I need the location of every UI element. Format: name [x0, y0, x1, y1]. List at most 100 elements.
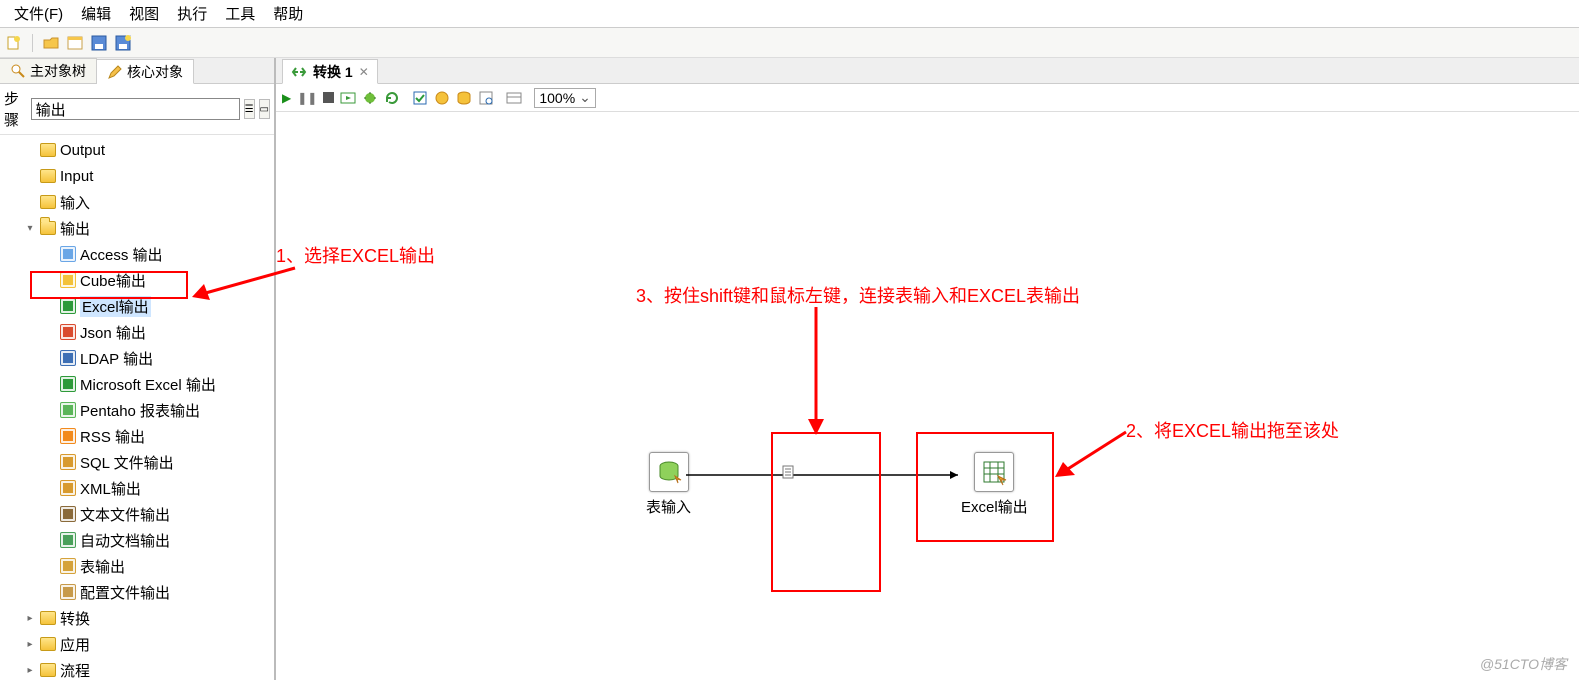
menu-help[interactable]: 帮助 [265, 2, 311, 25]
tree-item-label: Access 输出 [80, 244, 163, 265]
tree-item[interactable]: XML输出 [0, 475, 274, 501]
tree-item-label: RSS 输出 [80, 426, 145, 447]
tree-item[interactable]: ▸转换 [0, 605, 274, 631]
replay-icon[interactable] [384, 90, 400, 106]
show-results-icon[interactable] [506, 90, 522, 106]
folder-icon [40, 637, 56, 651]
tree-item[interactable]: RSS 输出 [0, 423, 274, 449]
menu-file[interactable]: 文件(F) [6, 2, 71, 25]
menu-tools[interactable]: 工具 [217, 2, 263, 25]
folder-icon [40, 143, 56, 157]
step-icon [60, 532, 76, 548]
tree-item[interactable]: ▸应用 [0, 631, 274, 657]
sql-icon[interactable] [456, 90, 472, 106]
tree-item[interactable]: SQL 文件输出 [0, 449, 274, 475]
tree-item[interactable]: ▾输出 [0, 215, 274, 241]
menu-view[interactable]: 视图 [121, 2, 167, 25]
node-label: Excel输出 [961, 496, 1028, 517]
step-icon [60, 324, 76, 340]
tree-item[interactable]: Microsoft Excel 输出 [0, 371, 274, 397]
new-file-icon[interactable] [6, 35, 22, 51]
excel-output-icon [974, 452, 1014, 492]
pencil-icon [107, 64, 123, 80]
step-tree[interactable]: Output Input 输入▾输出 Access 输出 Cube输出 Excel输出 Js… [0, 135, 274, 680]
collapse-tree-button[interactable]: ▭ [259, 99, 270, 119]
stop-icon[interactable] [323, 92, 334, 103]
canvas-tab-title: 转换 1 [313, 62, 353, 82]
annotation-arrow-2 [1051, 427, 1131, 487]
tree-item-label: 文本文件输出 [80, 504, 170, 525]
tree-item[interactable]: Cube输出 [0, 267, 274, 293]
tree-item[interactable]: LDAP 输出 [0, 345, 274, 371]
debug-icon[interactable] [362, 90, 378, 106]
tree-item[interactable]: Pentaho 报表输出 [0, 397, 274, 423]
tree-item[interactable]: ▸流程 [0, 657, 274, 680]
tree-item[interactable]: 输入 [0, 189, 274, 215]
tree-item[interactable]: 文本文件输出 [0, 501, 274, 527]
open-icon[interactable] [43, 35, 59, 51]
tree-item[interactable]: 配置文件输出 [0, 579, 274, 605]
menubar: 文件(F) 编辑 视图 执行 工具 帮助 [0, 0, 1579, 28]
step-icon [60, 506, 76, 522]
main-toolbar [0, 28, 1579, 58]
tree-item[interactable]: Json 输出 [0, 319, 274, 345]
tree-item[interactable]: 表输出 [0, 553, 274, 579]
tree-item-label: Excel输出 [80, 296, 151, 317]
tree-item[interactable]: 自动文档输出 [0, 527, 274, 553]
search-icon [10, 63, 26, 79]
tree-item-label: XML输出 [80, 478, 141, 499]
preview-icon[interactable] [340, 90, 356, 106]
tree-item-label: SQL 文件输出 [80, 452, 174, 473]
table-input-icon [649, 452, 689, 492]
verify-icon[interactable] [412, 90, 428, 106]
tree-item-label: 转换 [60, 608, 90, 629]
canvas-area: 转换 1 ✕ ▶ ❚❚ 100% [276, 58, 1579, 680]
pause-icon[interactable]: ❚❚ [297, 91, 317, 105]
tree-item[interactable]: Input [0, 163, 274, 189]
step-icon [60, 558, 76, 574]
tab-core-objects[interactable]: 核心对象 [97, 59, 194, 84]
transform-icon [291, 64, 307, 80]
tree-item[interactable]: Excel输出 [0, 293, 274, 319]
step-icon [60, 272, 76, 288]
explore-icon[interactable] [67, 35, 83, 51]
sidebar-tabs: 主对象树 核心对象 [0, 58, 274, 84]
search-input[interactable] [31, 98, 240, 120]
save-as-icon[interactable] [115, 35, 131, 51]
zoom-select[interactable]: 100% [534, 88, 596, 108]
folder-icon [40, 663, 56, 677]
folder-icon [40, 169, 56, 183]
tree-item-label: 输出 [60, 218, 90, 239]
impact-icon[interactable] [434, 90, 450, 106]
menu-edit[interactable]: 编辑 [73, 2, 119, 25]
tree-item-label: 流程 [60, 660, 90, 680]
tree-item-label: 配置文件输出 [80, 582, 170, 603]
hop-status-icon [781, 464, 797, 480]
run-icon[interactable]: ▶ [282, 91, 291, 105]
canvas-tab-transform1[interactable]: 转换 1 ✕ [282, 59, 378, 84]
annotation-arrow-3 [801, 307, 831, 437]
tree-item-label: Json 输出 [80, 322, 146, 343]
step-icon [60, 428, 76, 444]
tree-item-label: 表输出 [80, 556, 125, 577]
tree-item[interactable]: Output [0, 137, 274, 163]
close-icon[interactable]: ✕ [359, 65, 369, 79]
annotation-text-3: 3、按住shift键和鼠标左键，连接表输入和EXCEL表输出 [636, 282, 1080, 308]
canvas[interactable]: 表输入 Excel输出 1、选择EXCEL输出 3、按住shift键和鼠 [276, 112, 1579, 680]
node-excel-output[interactable]: Excel输出 [961, 452, 1028, 517]
expand-tree-button[interactable]: ☰ [244, 99, 255, 119]
step-icon [60, 246, 76, 262]
save-icon[interactable] [91, 35, 107, 51]
explore-db-icon[interactable] [478, 90, 494, 106]
watermark: @51CTO博客 [1480, 654, 1567, 674]
folder-icon [40, 195, 56, 209]
tree-item-label: 输入 [60, 192, 90, 213]
tree-item[interactable]: Access 输出 [0, 241, 274, 267]
tree-item-label: Cube输出 [80, 270, 146, 291]
tab-main-tree[interactable]: 主对象树 [0, 58, 97, 83]
node-table-input[interactable]: 表输入 [646, 452, 691, 517]
tree-item-label: Output [60, 142, 105, 159]
menu-run[interactable]: 执行 [169, 2, 215, 25]
step-icon [60, 350, 76, 366]
step-icon [60, 402, 76, 418]
